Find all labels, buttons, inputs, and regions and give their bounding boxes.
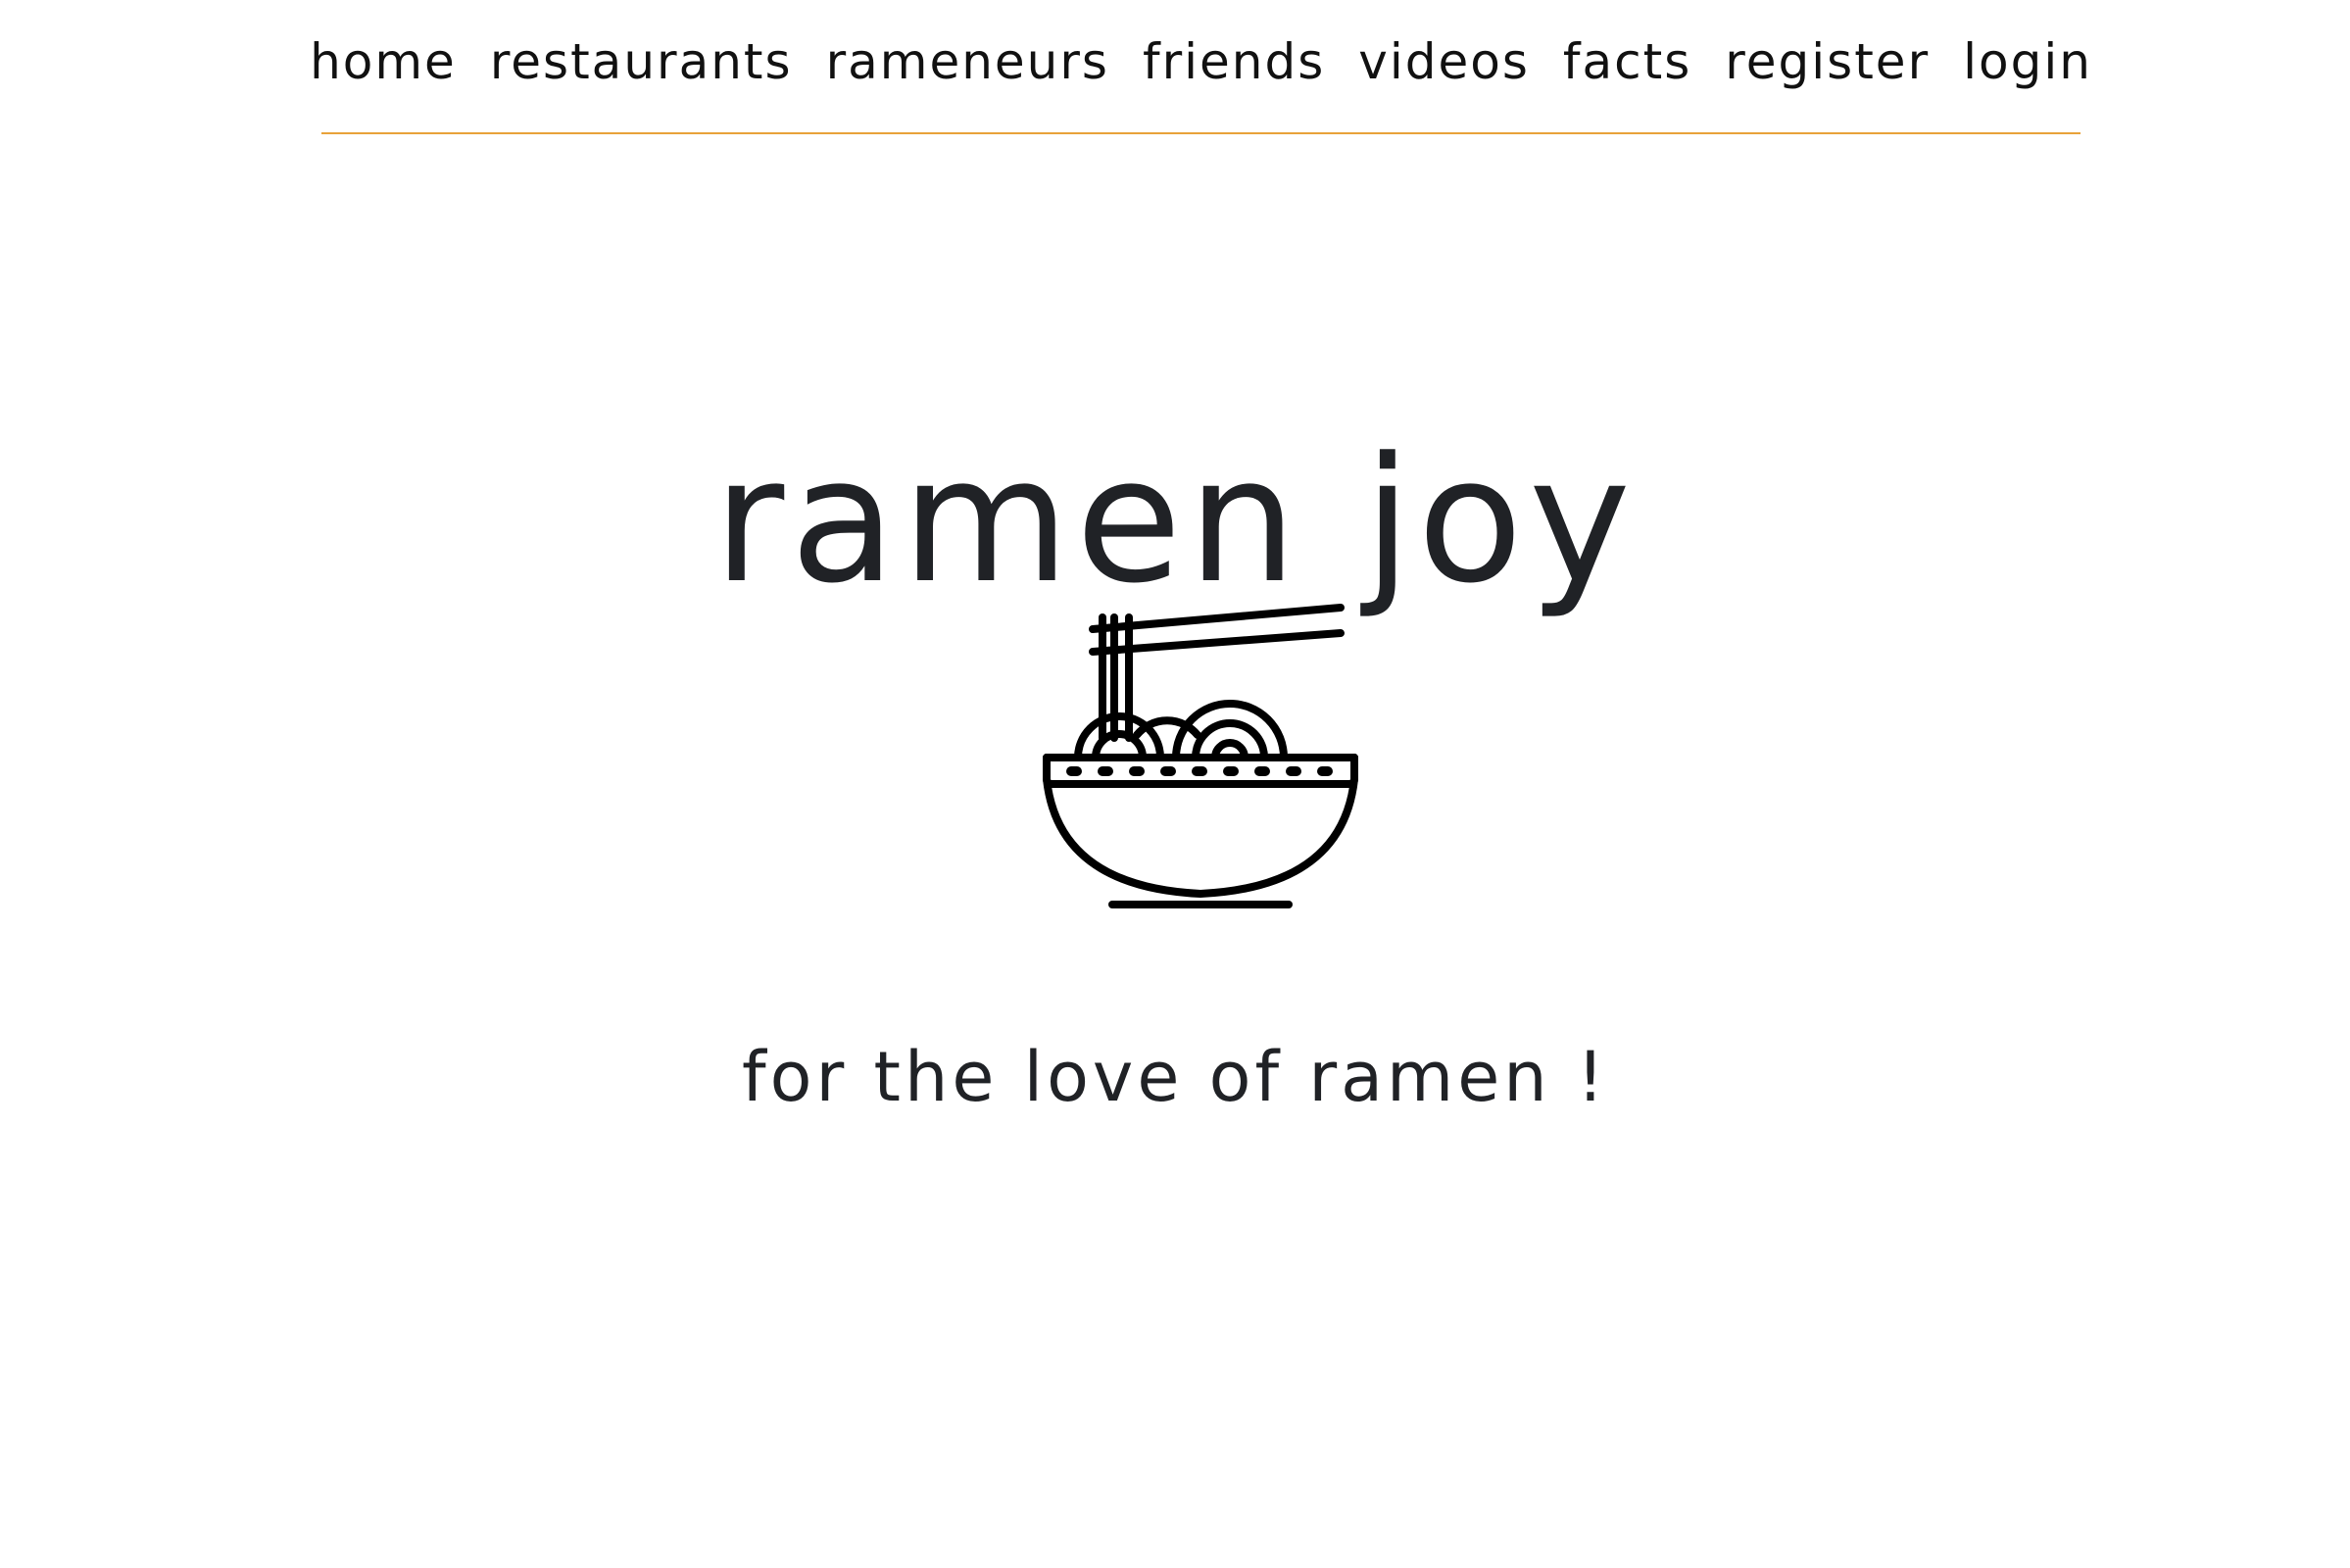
nav-link-home[interactable]: home	[310, 33, 457, 90]
nav-link-rameneurs[interactable]: rameneurs	[826, 33, 1109, 90]
nav-link-videos[interactable]: videos	[1358, 33, 1530, 90]
nav-links: home restaurants rameneurs friends video…	[310, 33, 2092, 90]
nav-link-facts[interactable]: facts	[1563, 33, 1691, 90]
tagline: for the love of ramen !	[742, 1037, 1608, 1117]
top-navigation: home restaurants rameneurs friends video…	[310, 0, 2090, 134]
nav-link-login[interactable]: login	[1963, 33, 2092, 90]
nav-link-restaurants[interactable]: restaurants	[490, 33, 793, 90]
nav-link-friends[interactable]: friends	[1143, 33, 1325, 90]
ramen-bowl-icon	[1039, 598, 1362, 911]
nav-link-register[interactable]: register	[1725, 33, 1930, 90]
